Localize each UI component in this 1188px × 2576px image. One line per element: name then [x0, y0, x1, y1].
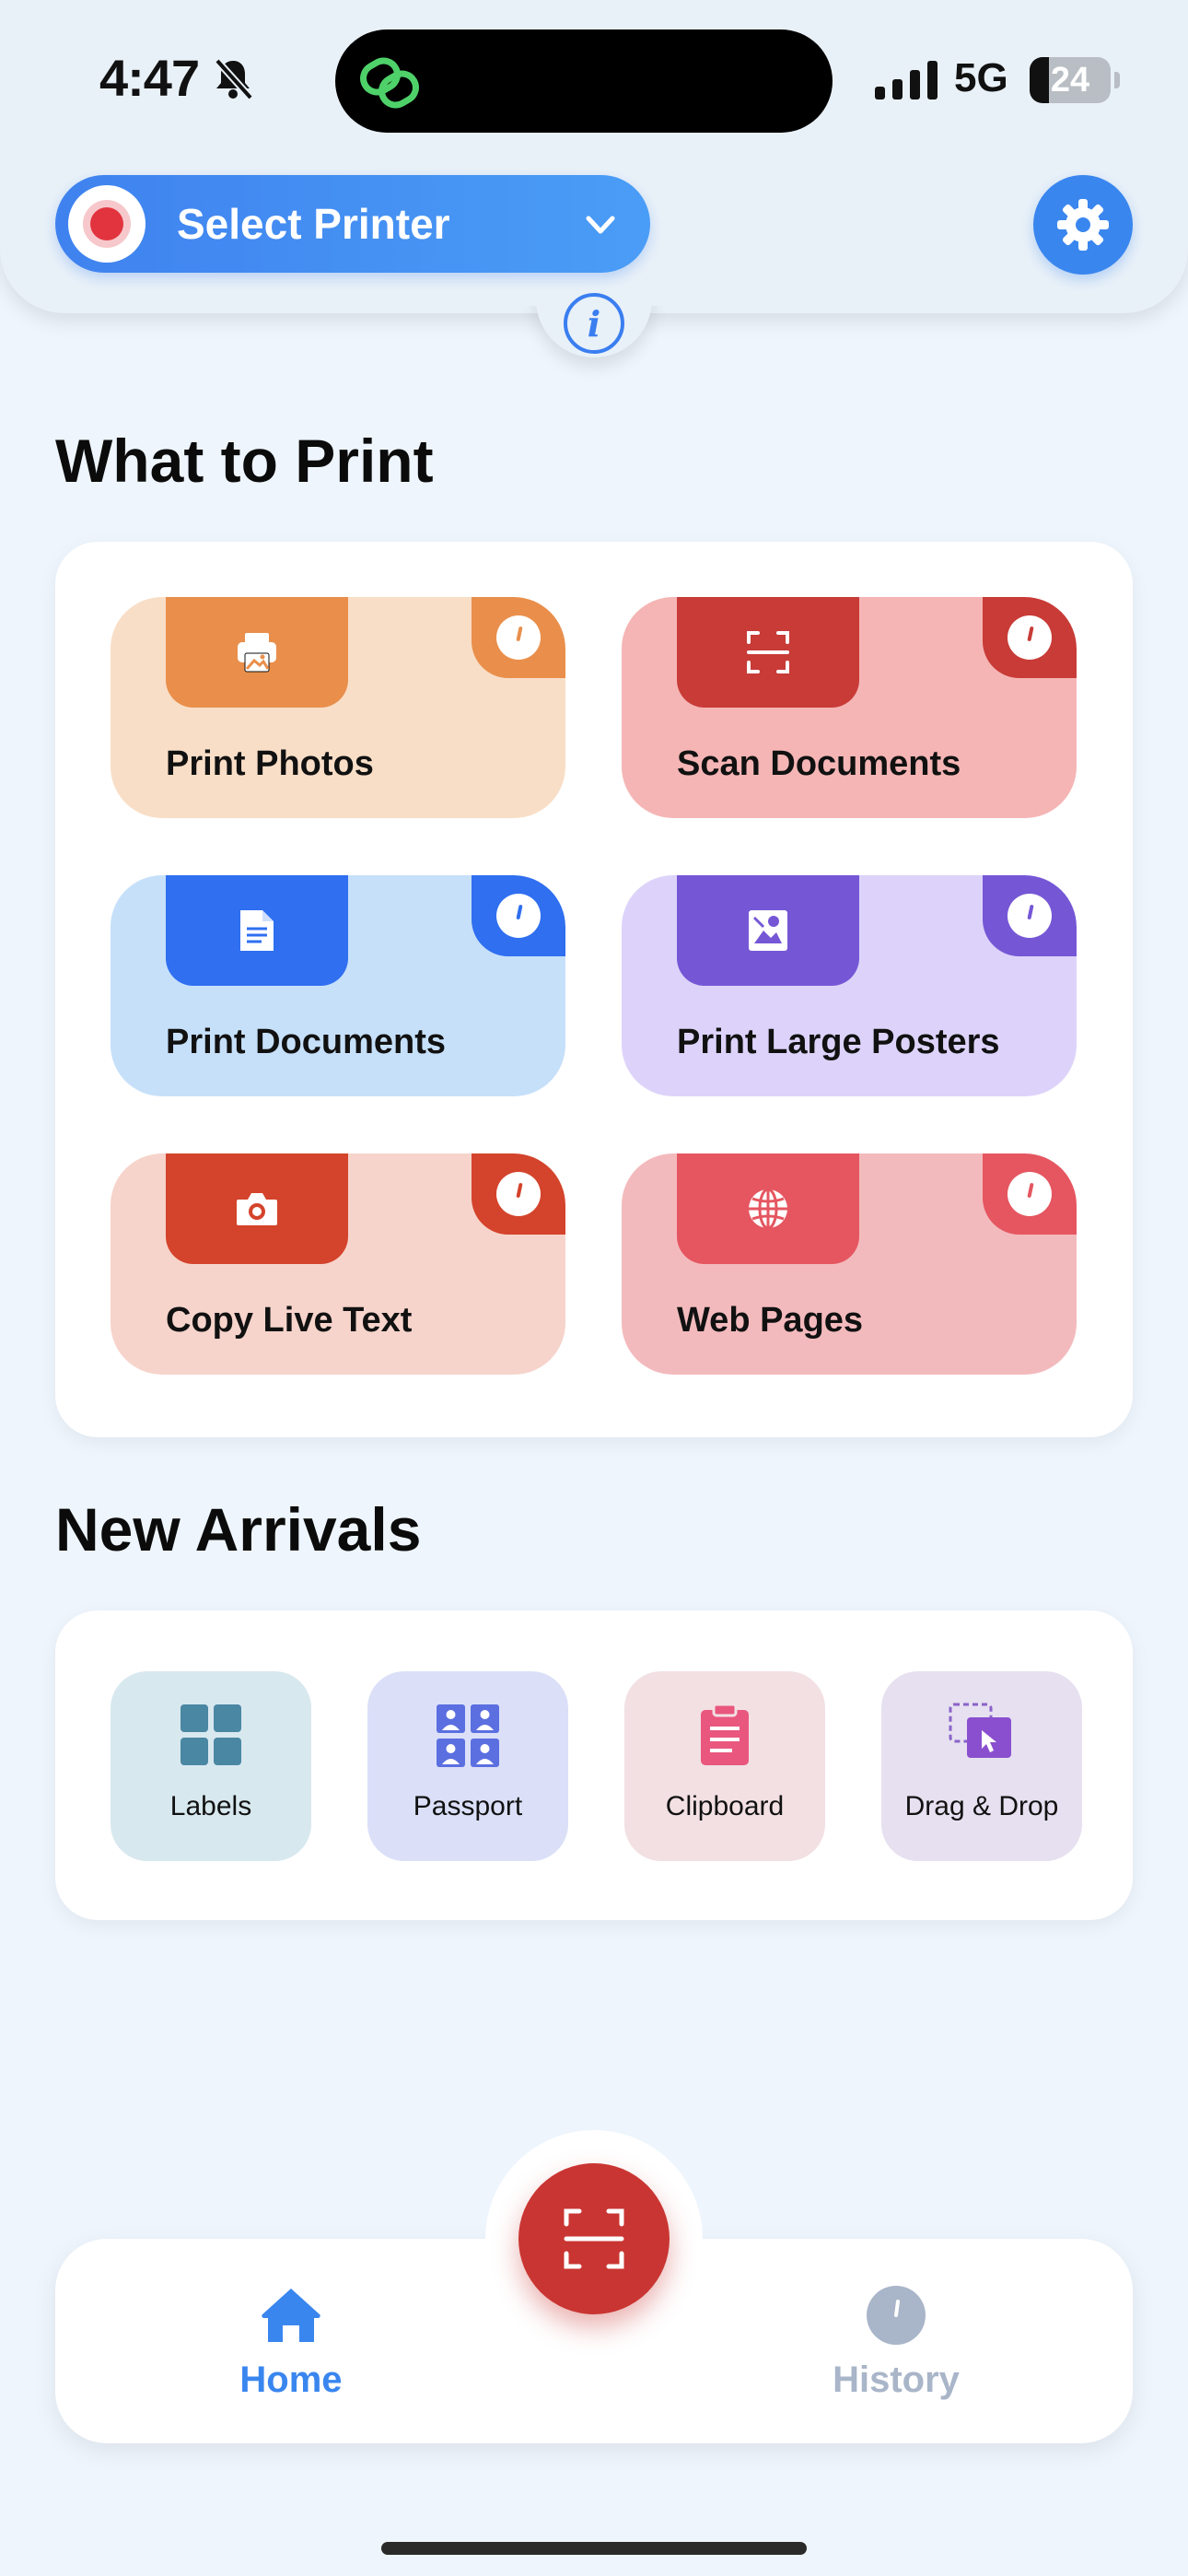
card-print-large-posters[interactable]: Print Large Posters: [622, 875, 1077, 1096]
battery-icon: 24: [1030, 57, 1111, 103]
arrival-passport[interactable]: Passport: [367, 1671, 568, 1861]
globe-icon: [677, 1153, 859, 1264]
arrival-clipboard[interactable]: Clipboard: [624, 1671, 825, 1861]
poster-icon: [677, 875, 859, 986]
card-print-documents[interactable]: Print Documents: [111, 875, 565, 1096]
select-printer-label: Select Printer: [177, 200, 450, 248]
nav-home-label: Home: [239, 2359, 343, 2400]
card-label: Print Documents: [166, 1023, 447, 1061]
arrival-labels[interactable]: Labels: [111, 1671, 311, 1861]
card-web-pages[interactable]: Web Pages: [622, 1153, 1077, 1375]
card-label: Print Large Posters: [677, 1023, 1000, 1061]
new-arrivals-title: New Arrivals: [55, 1495, 422, 1563]
card-label: Web Pages: [677, 1301, 864, 1340]
gear-icon: [1057, 199, 1109, 251]
select-printer-dropdown[interactable]: Select Printer: [55, 175, 650, 273]
arrival-label: Passport: [413, 1791, 523, 1821]
nav-history-label: History: [833, 2359, 960, 2400]
arrival-label: Labels: [169, 1791, 252, 1821]
nav-home[interactable]: Home: [171, 2285, 411, 2401]
nav-history[interactable]: History: [776, 2285, 1016, 2401]
card-scan-documents[interactable]: Scan Documents: [622, 597, 1077, 818]
document-icon: [166, 875, 348, 986]
scan-fab-button[interactable]: [518, 2163, 670, 2314]
printer-photo-icon: [166, 597, 348, 708]
arrival-label: Clipboard: [665, 1791, 785, 1821]
info-icon[interactable]: i: [564, 293, 624, 354]
passport-icon: [367, 1703, 568, 1769]
network-type: 5G: [954, 55, 1008, 100]
battery-level: 24: [1050, 60, 1090, 100]
what-to-print-title: What to Print: [55, 427, 434, 495]
arrival-label: Drag & Drop: [904, 1791, 1059, 1821]
silent-bell-icon: [210, 55, 256, 106]
scan-icon: [677, 597, 859, 708]
scan-icon: [564, 2208, 624, 2269]
card-print-photos[interactable]: Print Photos: [111, 597, 565, 818]
camera-icon: [166, 1153, 348, 1264]
card-label: Scan Documents: [677, 744, 961, 783]
card-copy-live-text[interactable]: Copy Live Text: [111, 1153, 565, 1375]
status-time: 4:47: [99, 49, 200, 107]
arrival-drag-drop[interactable]: Drag & Drop: [881, 1671, 1082, 1861]
chevron-down-icon: [584, 208, 617, 246]
clipboard-icon: [624, 1703, 825, 1767]
history-clock-icon: [867, 2286, 926, 2345]
printer-status-dot: [68, 185, 146, 263]
card-label: Print Photos: [166, 744, 374, 783]
card-label: Copy Live Text: [166, 1301, 413, 1340]
home-icon: [262, 2289, 320, 2342]
drag-drop-icon: [881, 1703, 1082, 1763]
link-app-icon: [357, 57, 422, 113]
settings-button[interactable]: [1033, 175, 1133, 275]
home-indicator: [381, 2542, 807, 2555]
cellular-signal-icon: [875, 61, 939, 104]
grid-icon: [111, 1703, 311, 1767]
